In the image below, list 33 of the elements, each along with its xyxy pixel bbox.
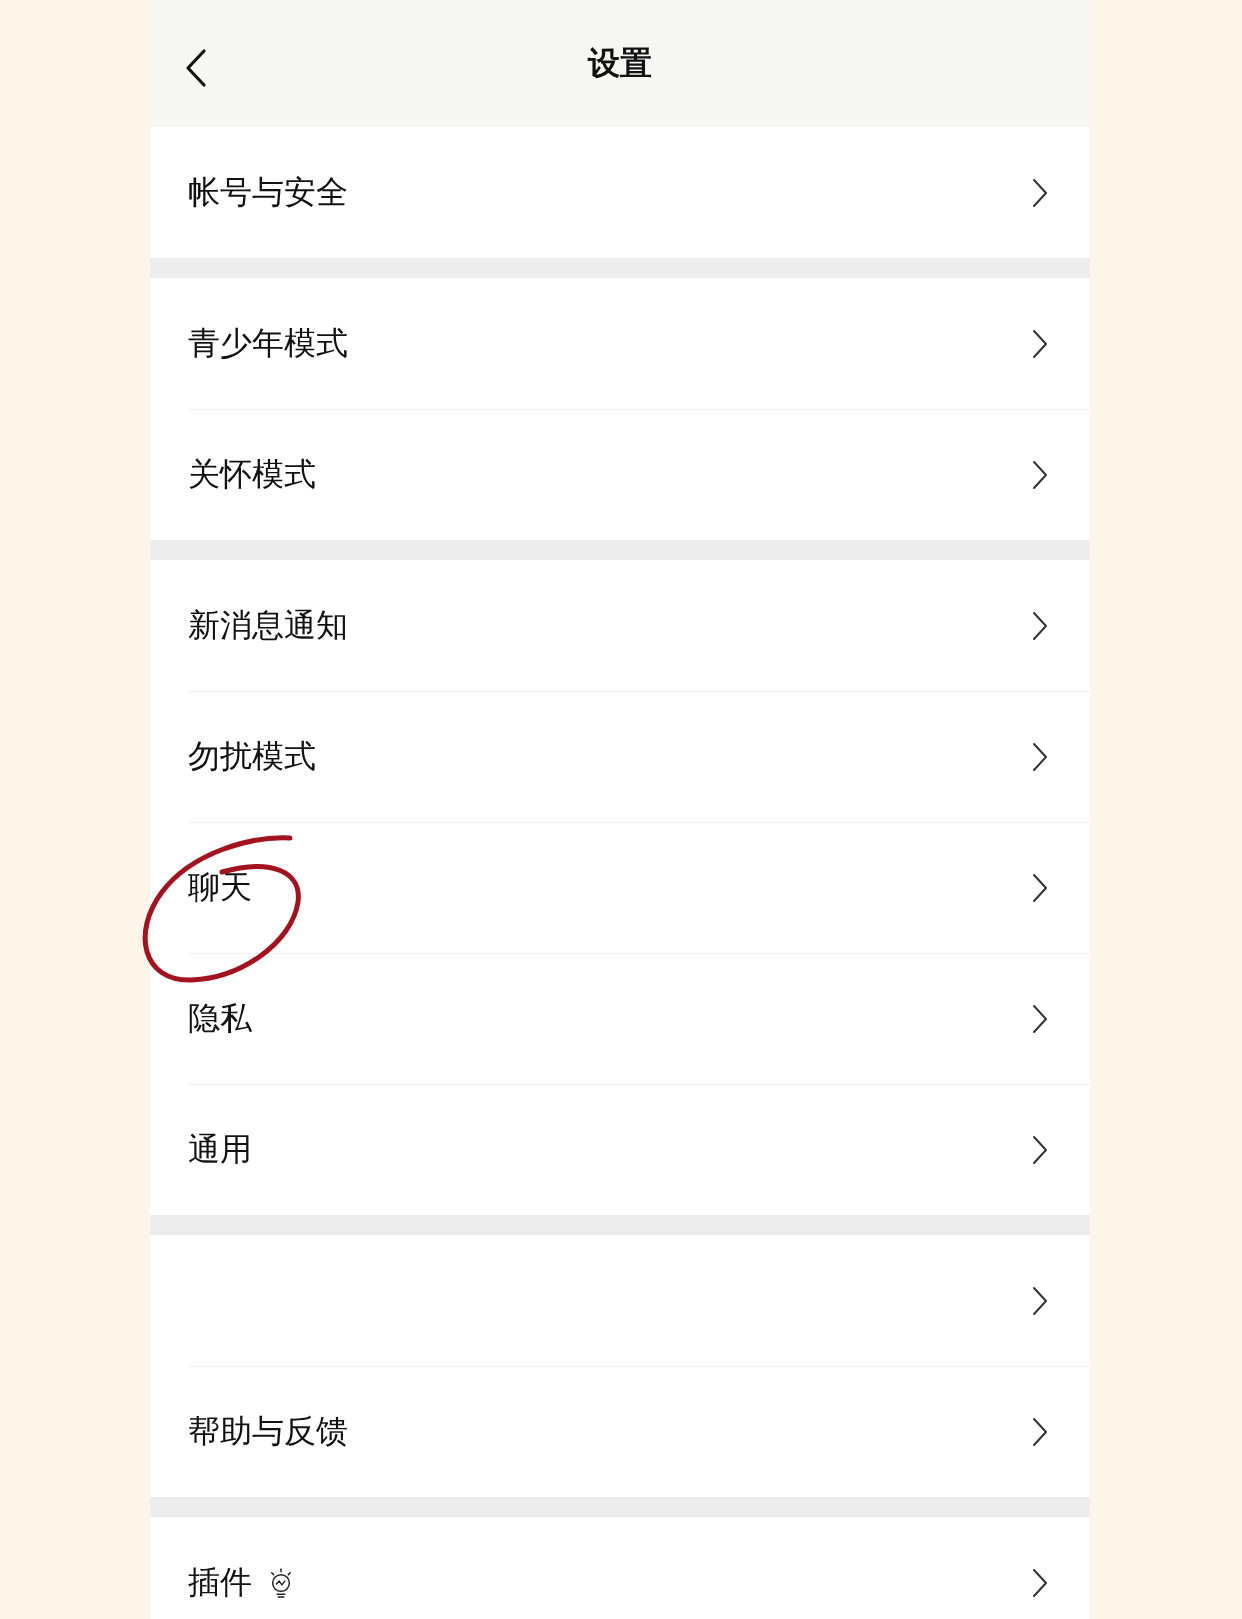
item-label: 关怀模式: [188, 453, 316, 495]
lightbulb-icon: [268, 1566, 294, 1599]
chevron-icon: [1032, 1416, 1048, 1447]
chevron-icon: [1032, 872, 1048, 903]
item-label: 通用: [188, 1128, 252, 1170]
item-label: 插件: [188, 1561, 252, 1603]
settings-item[interactable]: 帐号与安全: [150, 127, 1090, 258]
page-title: 设置: [588, 42, 652, 84]
chevron-icon: [1032, 1003, 1048, 1034]
chevron-icon: [1032, 177, 1048, 208]
chevron-icon: [1032, 1285, 1048, 1316]
settings-item[interactable]: 勿扰模式: [150, 691, 1090, 822]
settings-item[interactable]: 插件: [150, 1517, 1090, 1619]
back-icon[interactable]: [184, 48, 208, 88]
settings-item[interactable]: 聊天: [150, 822, 1090, 953]
chevron-icon: [1032, 1134, 1048, 1165]
settings-item[interactable]: 通用: [150, 1084, 1090, 1215]
chevron-icon: [1032, 328, 1048, 359]
item-label: 勿扰模式: [188, 735, 316, 777]
item-label: 帮助与反馈: [188, 1410, 348, 1452]
item-label: 帐号与安全: [188, 171, 348, 213]
settings-item[interactable]: 青少年模式: [150, 278, 1090, 409]
item-label: 新消息通知: [188, 604, 348, 646]
settings-item[interactable]: 关怀模式: [150, 409, 1090, 540]
settings-item[interactable]: 新消息通知: [150, 560, 1090, 691]
item-label: 青少年模式: [188, 322, 348, 364]
item-label: 聊天: [188, 866, 252, 908]
chevron-icon: [1032, 741, 1048, 772]
chevron-icon: [1032, 459, 1048, 490]
chevron-icon: [1032, 610, 1048, 641]
chevron-icon: [1032, 1567, 1048, 1598]
settings-item[interactable]: 隐私: [150, 953, 1090, 1084]
item-label: 隐私: [188, 997, 252, 1039]
